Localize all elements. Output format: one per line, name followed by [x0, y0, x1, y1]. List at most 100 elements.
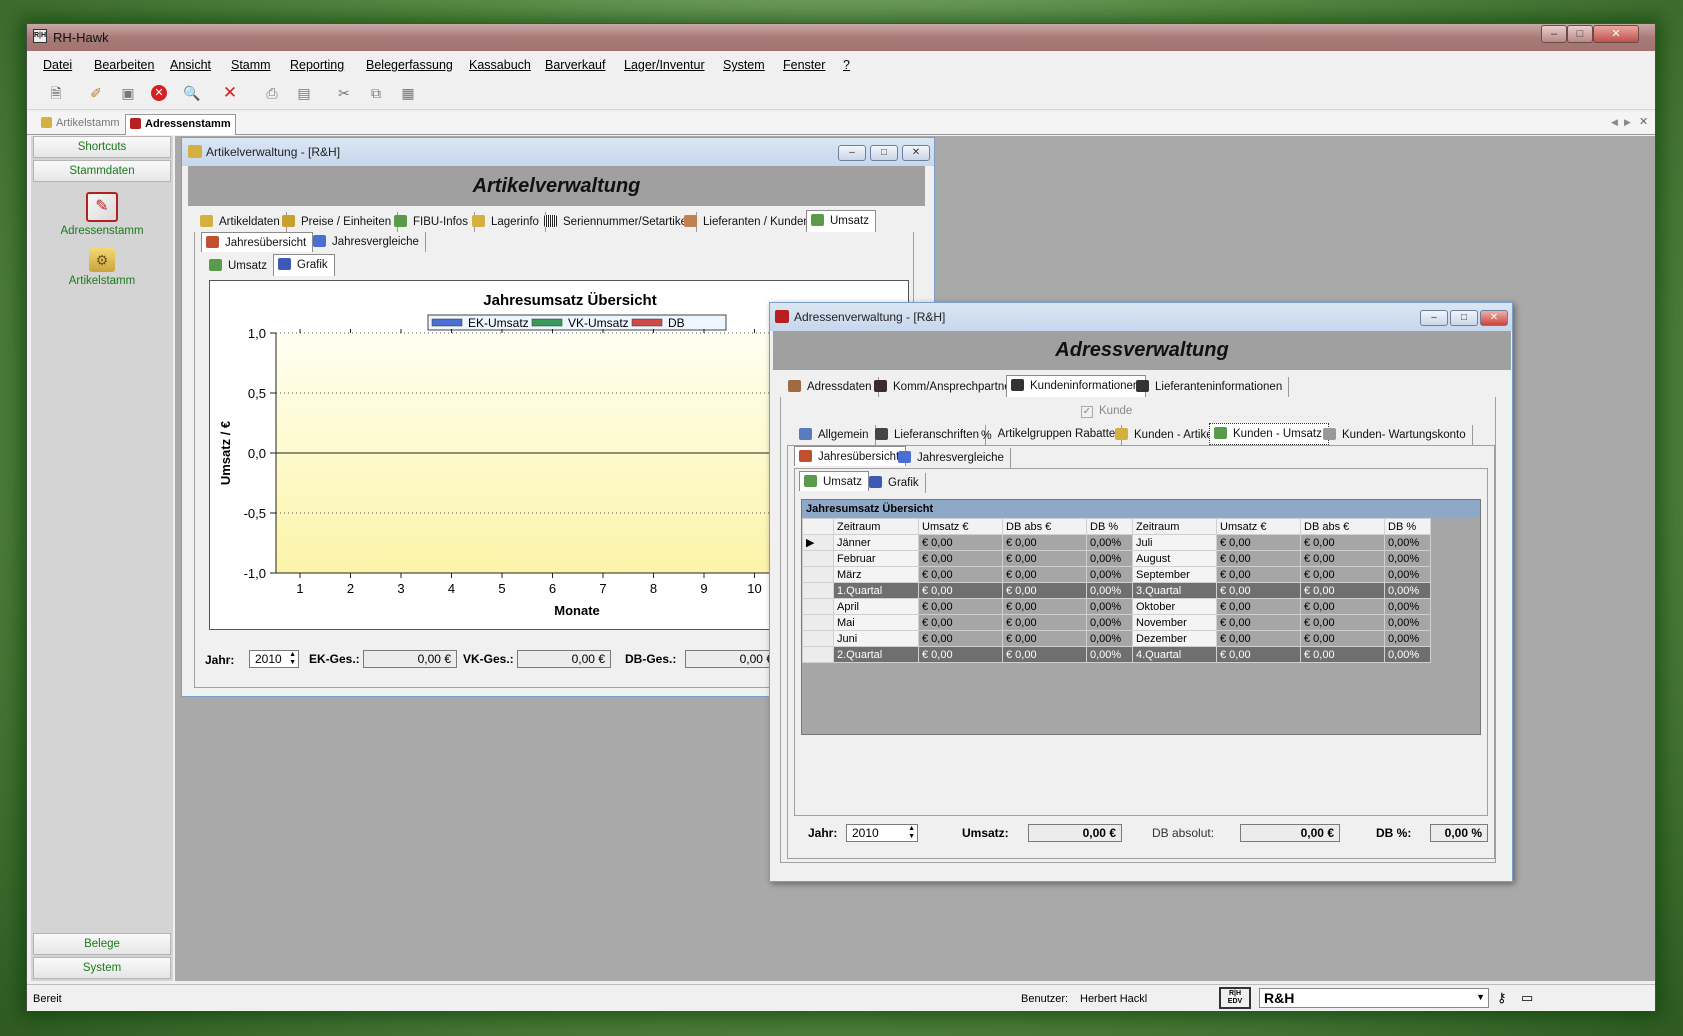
menu-fenster[interactable]: Fenster [783, 58, 825, 72]
tab-lagerinfo[interactable]: Lagerinfo [468, 212, 546, 232]
subtab-k-jahresvergleiche[interactable]: Jahresvergleiche [894, 448, 1011, 468]
table-cell[interactable]: € 0,00 [1300, 534, 1385, 551]
subtab-jahresvergleiche[interactable]: Jahresvergleiche [309, 232, 426, 252]
tab-scroll-right-icon[interactable]: ▶ [1624, 117, 1631, 128]
table-cell[interactable]: 0,00% [1086, 566, 1133, 583]
row-header[interactable] [802, 566, 834, 583]
tab-preise[interactable]: Preise / Einheiten [278, 212, 399, 232]
cancel-icon[interactable]: ✕ [151, 85, 167, 101]
table-cell[interactable]: € 0,00 [918, 566, 1003, 583]
close-button[interactable]: ✕ [1593, 25, 1639, 43]
nav-belege[interactable]: Belege [33, 933, 171, 955]
table-cell[interactable]: 0,00% [1384, 566, 1431, 583]
table-cell[interactable]: € 0,00 [918, 582, 1003, 599]
table-cell[interactable]: € 0,00 [1002, 630, 1087, 647]
table-row[interactable]: ▶ Jänner € 0,00 € 0,00 0,00% Juli € 0,00 € 0,00… [802, 534, 1431, 551]
table-cell[interactable]: € 0,00 [1300, 598, 1385, 615]
row-header[interactable] [802, 614, 834, 631]
table-row[interactable]: 2.Quartal € 0,00 € 0,00 0,00% 4.Quartal € 0,0… [802, 646, 1431, 663]
tab-artikeldaten[interactable]: Artikeldaten [196, 212, 287, 232]
table-cell[interactable]: € 0,00 [918, 630, 1003, 647]
edit-icon[interactable]: ✐ [87, 84, 105, 102]
nav-stammdaten[interactable]: Stammdaten [33, 160, 171, 182]
table-row[interactable]: Februar € 0,00 € 0,00 0,00% August € 0,00 € 0,… [802, 550, 1431, 567]
copy-icon[interactable]: ⧉ [367, 84, 385, 102]
menu-system[interactable]: System [723, 58, 765, 72]
table-cell[interactable]: € 0,00 [1300, 630, 1385, 647]
table-cell[interactable]: € 0,00 [918, 534, 1003, 551]
subtab-jahresuebersicht[interactable]: Jahresübersicht [201, 232, 314, 252]
tab-lieferanten[interactable]: Lieferanten / Kunden [680, 212, 817, 232]
nav-system[interactable]: System [33, 957, 171, 979]
table-cell[interactable]: € 0,00 [1216, 582, 1301, 599]
current-row-indicator-icon[interactable]: ▶ [802, 534, 834, 551]
table-cell[interactable]: Juni [833, 630, 919, 647]
table-cell[interactable]: € 0,00 [1216, 614, 1301, 631]
minimize-button[interactable]: – [1541, 25, 1567, 43]
table-cell[interactable]: 0,00% [1086, 598, 1133, 615]
tab-lieferanteninformationen[interactable]: Lieferanteninformationen [1132, 377, 1290, 397]
key-icon[interactable]: ⚷ [1497, 990, 1507, 1006]
table-cell[interactable]: € 0,00 [1002, 598, 1087, 615]
table-cell[interactable]: € 0,00 [1300, 582, 1385, 599]
table-cell[interactable]: € 0,00 [1216, 566, 1301, 583]
cut-icon[interactable]: ✂ [335, 84, 353, 102]
tab-komm[interactable]: Komm/Ansprechpartner [870, 377, 1022, 397]
table-cell[interactable]: 0,00% [1086, 582, 1133, 599]
table-cell[interactable]: € 0,00 [1216, 646, 1301, 663]
table-cell[interactable]: € 0,00 [1300, 614, 1385, 631]
address-close-button[interactable]: ✕ [1480, 310, 1508, 326]
menu-bearbeiten[interactable]: Bearbeiten [94, 58, 154, 72]
table-cell[interactable]: € 0,00 [1002, 646, 1087, 663]
table-cell[interactable]: 0,00% [1384, 646, 1431, 663]
new-icon[interactable]: 🗎 [47, 84, 65, 102]
innertab-grafik[interactable]: Grafik [865, 473, 926, 493]
table-cell[interactable]: € 0,00 [1002, 582, 1087, 599]
row-header[interactable] [802, 550, 834, 567]
table-cell[interactable]: 0,00% [1384, 598, 1431, 615]
tab-close-icon[interactable]: ✕ [1639, 115, 1648, 128]
subtab-k-jahresuebersicht[interactable]: Jahresübersicht [794, 446, 907, 466]
table-cell[interactable]: € 0,00 [1300, 646, 1385, 663]
subtab-kunden-umsatz[interactable]: Kunden - Umsatz [1209, 423, 1329, 445]
row-header[interactable] [802, 582, 834, 599]
nav-item-adressenstamm[interactable]: ✎ Adressenstamm [31, 192, 173, 237]
subtab-kunden-artikel[interactable]: Kunden - Artikel [1111, 425, 1223, 445]
delete-icon[interactable]: ✕ [221, 84, 239, 102]
print-icon[interactable]: ⎙ [263, 84, 281, 102]
row-header[interactable] [802, 598, 834, 615]
tab-adressenstamm[interactable]: Adressenstamm [125, 114, 236, 135]
article-minimize-button[interactable]: – [838, 145, 866, 161]
article-close-button[interactable]: ✕ [902, 145, 930, 161]
table-cell[interactable]: Mai [833, 614, 919, 631]
table-cell[interactable]: 0,00% [1384, 534, 1431, 551]
menu-lager-inventur[interactable]: Lager/Inventur [624, 58, 705, 72]
table-cell[interactable]: 0,00% [1384, 614, 1431, 631]
table-cell[interactable]: 0,00% [1086, 534, 1133, 551]
table-cell[interactable]: 0,00% [1086, 614, 1133, 631]
row-header[interactable] [802, 630, 834, 647]
table-cell[interactable]: November [1132, 614, 1217, 631]
subtab-allgemein[interactable]: Allgemein [795, 425, 876, 445]
nav-shortcuts[interactable]: Shortcuts [33, 136, 171, 158]
table-row[interactable]: April € 0,00 € 0,00 0,00% Oktober € 0,00 € 0,0… [802, 598, 1431, 615]
menu-ansicht[interactable]: Ansicht [170, 58, 211, 72]
table-cell[interactable]: € 0,00 [1216, 550, 1301, 567]
paste-icon[interactable]: ▦ [399, 84, 417, 102]
table-cell[interactable]: 0,00% [1384, 582, 1431, 599]
menu-barverkauf[interactable]: Barverkauf [545, 58, 605, 72]
innertab-umsatz[interactable]: Umsatz [799, 471, 869, 491]
table-cell[interactable]: 3.Quartal [1132, 582, 1217, 599]
menu-help[interactable]: ? [843, 58, 850, 72]
menu-kassabuch[interactable]: Kassabuch [469, 58, 531, 72]
table-cell[interactable]: Oktober [1132, 598, 1217, 615]
search-icon[interactable]: 🔍 [183, 84, 201, 102]
row-header[interactable] [802, 646, 834, 663]
table-cell[interactable]: 0,00% [1384, 550, 1431, 567]
table-cell[interactable]: € 0,00 [918, 598, 1003, 615]
save-icon[interactable]: ▣ [119, 84, 137, 102]
company-select[interactable]: R&H ▼ [1259, 988, 1489, 1008]
table-cell[interactable]: € 0,00 [1002, 614, 1087, 631]
article-maximize-button[interactable]: □ [870, 145, 898, 161]
subsubtab-umsatz[interactable]: Umsatz [205, 256, 274, 276]
